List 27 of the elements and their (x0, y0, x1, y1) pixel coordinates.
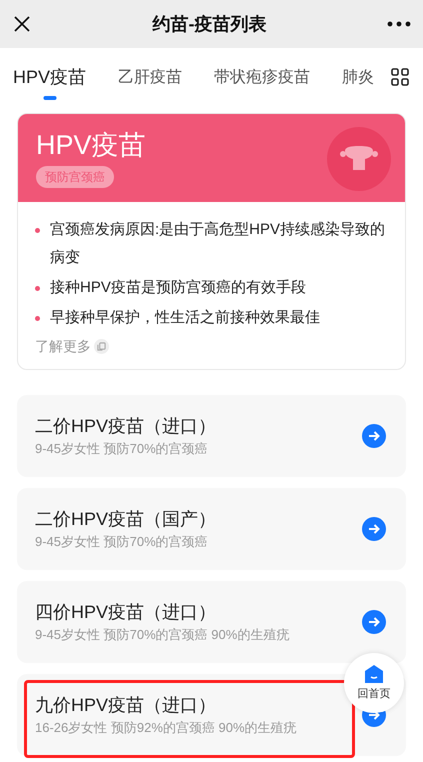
home-icon (364, 664, 384, 684)
category-tab[interactable]: HPV疫苗 (13, 64, 86, 101)
vaccine-card[interactable]: 四价HPV疫苗（进口） 9-45岁女性 预防70%的宫颈癌 90%的生殖疣 (17, 581, 406, 663)
close-icon[interactable] (12, 14, 32, 34)
page-title: 约苗-疫苗列表 (152, 12, 266, 36)
vaccine-card[interactable]: 二价HPV疫苗（国产） 9-45岁女性 预防70%的宫颈癌 (17, 488, 406, 570)
info-point: 宫颈癌发病原因:是由于高危型HPV持续感染导致的病变 (50, 220, 386, 268)
grid-icon[interactable] (391, 68, 409, 86)
vaccine-card[interactable]: 二价HPV疫苗（进口） 9-45岁女性 预防70%的宫颈癌 (17, 395, 406, 477)
tag: 预防宫颈癌 (36, 166, 114, 188)
vaccine-name: 四价HPV疫苗（进口） (35, 601, 218, 624)
info-point: 接种HPV疫苗是预防宫颈癌的有效手段 (50, 278, 306, 298)
card-title: HPV疫苗 (36, 129, 146, 161)
category-tab[interactable]: 肺炎 (342, 64, 374, 101)
vaccine-name: 二价HPV疫苗（国产） (35, 508, 216, 531)
vaccine-detail: 9-45岁女性 预防70%的宫颈癌 (35, 533, 209, 551)
info-point: 早接种早保护，性生活之前接种效果最佳 (50, 308, 320, 328)
copy-icon (94, 339, 109, 354)
vaccine-detail: 9-45岁女性 预防70%的宫颈癌 (35, 440, 209, 458)
vaccine-name: 二价HPV疫苗（进口） (35, 415, 216, 438)
category-tab[interactable]: 带状疱疹疫苗 (214, 64, 310, 101)
vaccine-detail: 16-26岁女性 预防92%的宫颈癌 90%的生殖疣 (35, 719, 297, 737)
more-icon[interactable] (387, 20, 411, 28)
tab-indicator (43, 96, 56, 100)
vaccine-name: 九价HPV疫苗（进口） (35, 694, 218, 717)
category-tab[interactable]: 乙肝疫苗 (118, 64, 182, 101)
vaccine-detail: 9-45岁女性 预防70%的宫颈癌 90%的生殖疣 (35, 626, 290, 644)
